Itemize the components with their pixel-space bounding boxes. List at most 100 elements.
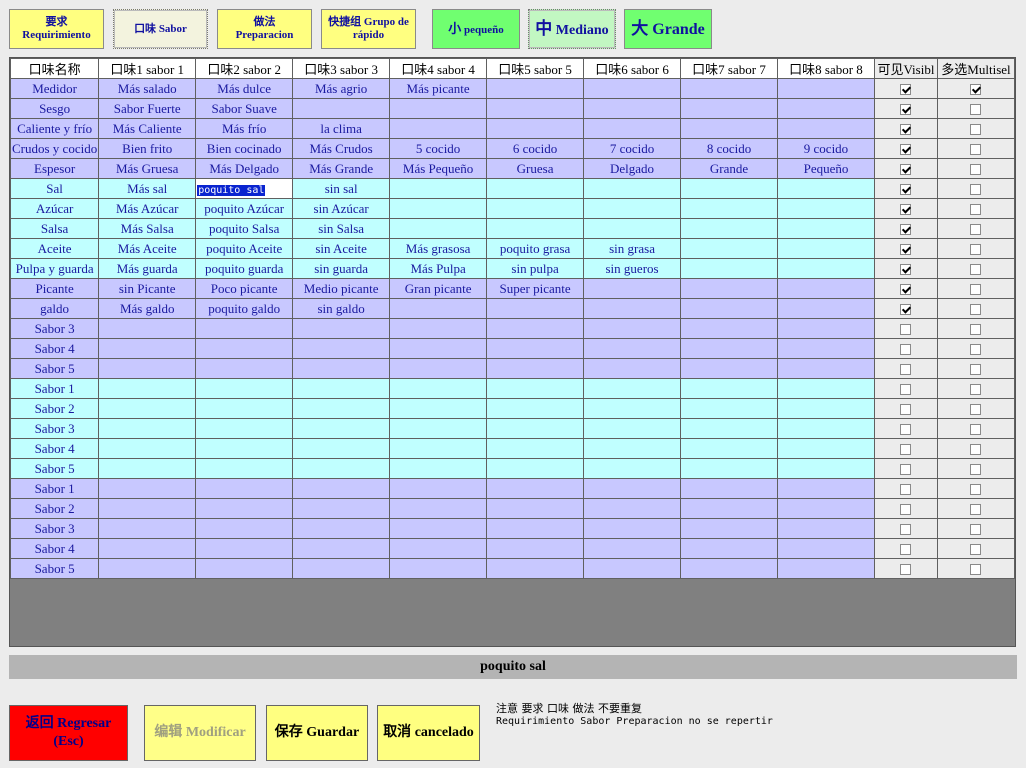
multiselect-checkbox[interactable] [970,124,982,136]
flavor-name-cell[interactable]: Azúcar [9,198,100,219]
flavor-option-cell[interactable]: Grande [680,158,778,179]
cell-editor-selection[interactable]: poquito sal [197,184,266,196]
flavor-option-cell[interactable] [777,438,875,459]
flavor-option-cell[interactable]: sin sal [292,178,391,199]
flavor-option-cell[interactable] [777,198,875,219]
multiselect-checkbox[interactable] [970,484,982,496]
flavor-option-cell[interactable] [777,558,875,579]
flavor-option-cell[interactable] [680,338,778,359]
flavor-option-cell[interactable]: la clima [292,118,391,139]
multiselect-checkbox[interactable] [970,384,982,396]
flavor-option-cell[interactable]: Más Pulpa [389,258,488,279]
visible-checkbox[interactable] [900,284,912,296]
flavor-option-cell[interactable] [195,518,294,539]
flavor-option-cell[interactable] [583,518,682,539]
flavor-name-cell[interactable]: Sabor 1 [9,478,100,499]
flavor-name-cell[interactable]: Sabor 4 [9,338,100,359]
flavor-option-cell[interactable] [680,358,778,379]
flavor-option-cell[interactable] [389,198,488,219]
visible-checkbox[interactable] [900,324,912,336]
flavor-option-cell[interactable] [195,538,294,559]
flavor-option-cell[interactable]: Bien frito [98,138,197,159]
multiselect-checkbox[interactable] [970,284,982,296]
flavor-name-cell[interactable]: Salsa [9,218,100,239]
flavor-option-cell[interactable] [680,518,778,539]
flavor-option-cell[interactable] [777,458,875,479]
flavor-option-cell[interactable] [98,398,197,419]
flavor-option-cell[interactable]: poquito Azúcar [195,198,294,219]
size-large-button[interactable]: 大 Grande [624,9,712,49]
flavor-option-cell[interactable] [486,118,585,139]
flavor-name-cell[interactable]: Sabor 1 [9,378,100,399]
flavor-option-cell[interactable]: Más Salsa [98,218,197,239]
flavor-option-cell[interactable] [777,258,875,279]
flavor-option-cell[interactable] [389,98,488,119]
flavor-option-cell[interactable] [680,538,778,559]
flavor-name-cell[interactable]: Sabor 3 [9,418,100,439]
flavor-option-cell[interactable] [292,318,391,339]
flavor-option-cell[interactable] [680,198,778,219]
flavor-option-cell[interactable] [777,418,875,439]
multiselect-checkbox[interactable] [970,504,982,516]
flavor-option-cell[interactable] [292,498,391,519]
flavor-name-cell[interactable]: Sabor 4 [9,538,100,559]
flavor-option-cell[interactable] [583,478,682,499]
flavor-option-cell[interactable] [583,98,682,119]
visible-checkbox[interactable] [900,404,912,416]
visible-checkbox[interactable] [900,464,912,476]
tab-quick-group[interactable]: 快捷组 Grupo de rápido [321,9,416,49]
flavor-option-cell[interactable] [486,78,585,99]
flavor-option-cell[interactable] [195,318,294,339]
flavor-option-cell[interactable] [389,318,488,339]
flavor-option-cell[interactable] [389,118,488,139]
flavor-option-cell[interactable] [486,478,585,499]
flavor-option-cell[interactable] [680,298,778,319]
flavor-option-cell-editing[interactable]: poquito sal [195,178,294,199]
flavor-name-cell[interactable]: Aceite [9,238,100,259]
flavor-option-cell[interactable]: poquito Salsa [195,218,294,239]
flavor-option-cell[interactable] [98,338,197,359]
flavor-option-cell[interactable] [777,78,875,99]
flavor-option-cell[interactable] [389,358,488,379]
multiselect-checkbox[interactable] [970,444,982,456]
flavor-option-cell[interactable] [583,278,682,299]
multiselect-checkbox[interactable] [970,364,982,376]
flavor-option-cell[interactable] [195,438,294,459]
visible-checkbox[interactable] [900,244,912,256]
flavor-option-cell[interactable] [98,438,197,459]
flavor-name-cell[interactable]: Caliente y frío [9,118,100,139]
flavor-option-cell[interactable] [680,478,778,499]
flavor-option-cell[interactable]: sin galdo [292,298,391,319]
multiselect-checkbox[interactable] [970,464,982,476]
flavor-name-cell[interactable]: Sal [9,178,100,199]
flavor-option-cell[interactable] [292,518,391,539]
flavor-option-cell[interactable] [98,558,197,579]
flavor-option-cell[interactable]: Más Crudos [292,138,391,159]
flavor-name-cell[interactable]: Sesgo [9,98,100,119]
flavor-option-cell[interactable] [389,538,488,559]
multiselect-checkbox[interactable] [970,84,982,96]
flavor-option-cell[interactable] [98,378,197,399]
flavor-option-cell[interactable] [486,338,585,359]
flavor-option-cell[interactable] [486,558,585,579]
flavor-option-cell[interactable] [292,338,391,359]
multiselect-checkbox[interactable] [970,324,982,336]
multiselect-checkbox[interactable] [970,144,982,156]
flavor-option-cell[interactable] [98,318,197,339]
flavor-option-cell[interactable]: sin Picante [98,278,197,299]
visible-checkbox[interactable] [900,344,912,356]
size-medium-button[interactable]: 中 Mediano [528,9,616,49]
flavor-option-cell[interactable] [389,478,488,499]
visible-checkbox[interactable] [900,264,912,276]
flavor-option-cell[interactable] [486,458,585,479]
multiselect-checkbox[interactable] [970,404,982,416]
flavor-option-cell[interactable] [680,118,778,139]
flavor-option-cell[interactable]: Más galdo [98,298,197,319]
flavor-option-cell[interactable] [195,338,294,359]
flavor-option-cell[interactable] [680,458,778,479]
visible-checkbox[interactable] [900,544,912,556]
flavor-name-cell[interactable]: Picante [9,278,100,299]
visible-checkbox[interactable] [900,224,912,236]
flavor-option-cell[interactable] [583,318,682,339]
flavor-option-cell[interactable] [98,518,197,539]
